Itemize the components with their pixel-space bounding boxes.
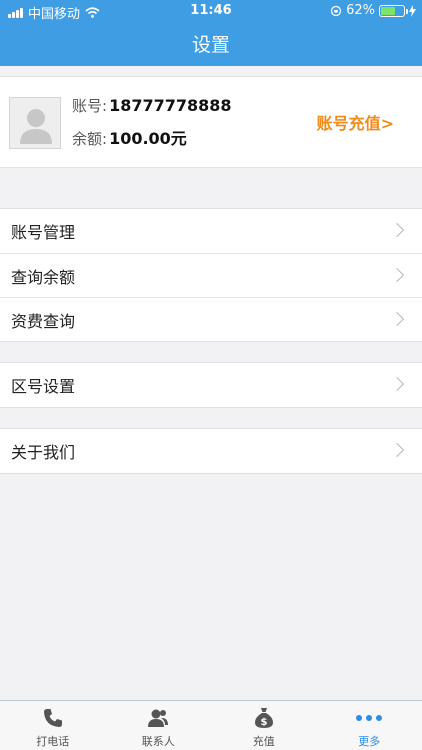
battery-percent: 62% [346,3,375,18]
tab-label: 联系人 [141,735,175,748]
menu-item-area-code-settings[interactable]: 区号设置 [0,363,422,407]
chevron-right-icon [389,222,405,238]
menu-item-label: 区号设置 [11,377,76,396]
menu-group-about: 关于我们 [0,428,422,474]
recharge-link[interactable]: 账号充值> [317,110,394,134]
tab-bar: 打电话 联系人 $ 充值 更多 [0,700,422,750]
chevron-right-icon [389,267,405,283]
menu-item-about-us[interactable]: 关于我们 [0,429,422,473]
tab-contacts[interactable]: 联系人 [106,701,212,750]
charging-icon [409,4,416,17]
orientation-lock-icon [330,5,342,16]
tab-recharge[interactable]: $ 充值 [211,701,317,750]
tab-label: 充值 [252,735,275,748]
balance-value: 100.00元 [109,129,187,148]
account-number-line: 账号: 18777778888 [72,95,232,125]
status-bar: 中国移动 11:46 62% [0,0,422,22]
menu-item-label: 关于我们 [11,443,76,462]
balance-label: 余额: [72,130,108,148]
tab-call[interactable]: 打电话 [0,701,106,750]
menu-item-query-balance[interactable]: 查询余额 [0,253,422,297]
balance-line: 余额: 100.00元 [72,125,232,155]
chevron-right-icon [389,376,405,392]
more-dots-icon [356,715,383,721]
menu-group-account: 账号管理 查询余额 资费查询 [0,208,422,342]
chevron-right-icon [389,442,405,458]
header: 中国移动 11:46 62% 设置 [0,0,422,66]
avatar [9,97,61,149]
menu-item-label: 账号管理 [11,223,76,242]
account-label: 账号: [72,97,108,115]
tab-more[interactable]: 更多 [317,701,422,750]
chevron-right-icon [389,311,405,327]
battery-icon [379,4,408,17]
contacts-icon [148,709,169,727]
account-number: 18777778888 [109,96,232,115]
menu-item-label: 资费查询 [11,311,76,331]
phone-icon [43,709,62,727]
account-card: 账号: 18777778888 余额: 100.00元 账号充值> [0,76,422,168]
menu-item-rate-query[interactable]: 资费查询 [0,297,422,341]
svg-text:$: $ [260,717,267,728]
tab-label: 打电话 [36,735,70,748]
page-title: 设置 [191,34,230,56]
menu-item-account-management[interactable]: 账号管理 [0,209,422,253]
tab-label: 更多 [358,735,381,748]
user-silhouette-icon [20,109,52,144]
menu-item-label: 查询余额 [11,267,76,287]
battery-fill [381,6,395,15]
menu-group-area-code: 区号设置 [0,362,422,408]
money-bag-icon: $ [254,708,273,728]
